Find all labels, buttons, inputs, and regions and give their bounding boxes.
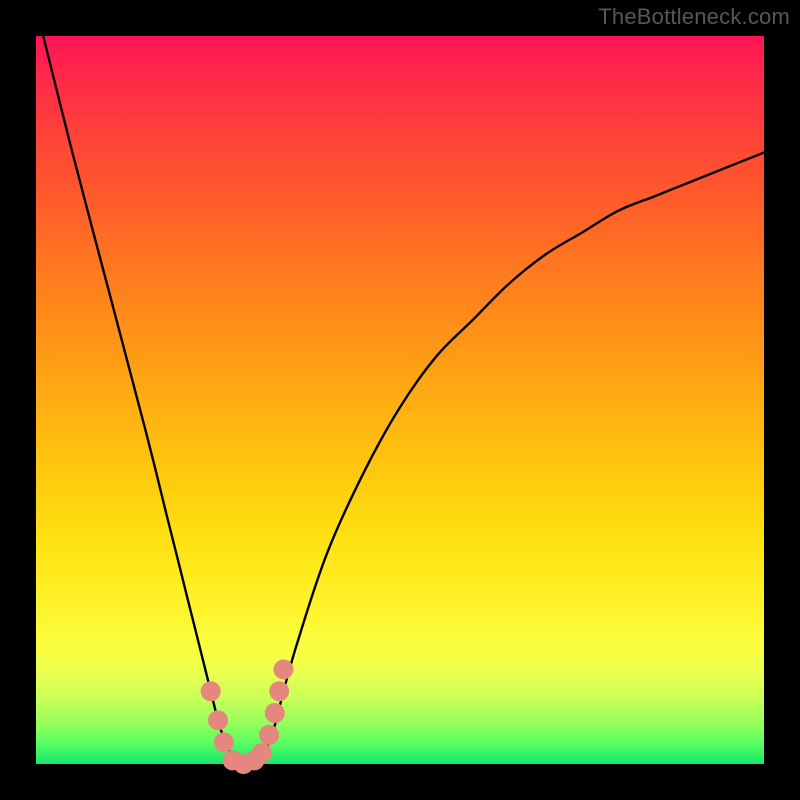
- marker-dot: [201, 681, 221, 701]
- watermark-text: TheBottleneck.com: [598, 4, 790, 30]
- marker-dot: [259, 725, 279, 745]
- marker-dot: [214, 732, 234, 752]
- chart-frame: TheBottleneck.com: [0, 0, 800, 800]
- marker-dot: [265, 703, 285, 723]
- chart-svg: [36, 36, 764, 764]
- marker-dot: [274, 659, 294, 679]
- chart-plot-area: [36, 36, 764, 764]
- marker-dot: [208, 710, 228, 730]
- marker-dot: [252, 743, 272, 763]
- bottleneck-curve: [36, 7, 764, 765]
- bottleneck-markers: [201, 659, 294, 774]
- marker-dot: [269, 681, 289, 701]
